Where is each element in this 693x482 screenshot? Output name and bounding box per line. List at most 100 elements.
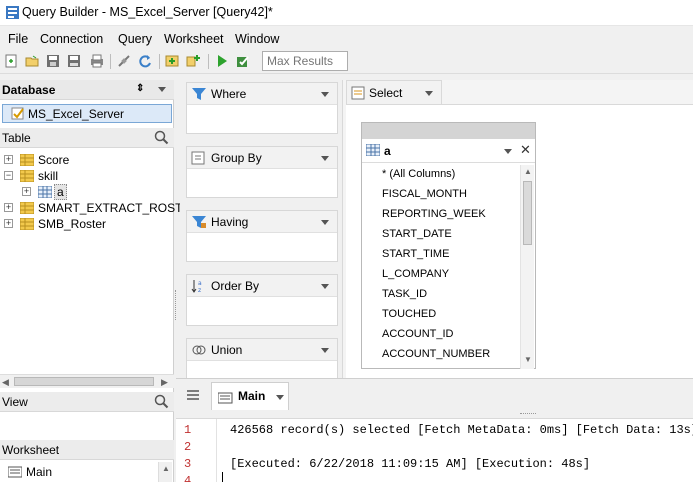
order-by-label: Order By <box>211 279 260 293</box>
title-bar: Query Builder - MS_Excel_Server [Query42… <box>0 0 693 26</box>
table-icon <box>20 170 34 182</box>
table-icon <box>20 202 34 214</box>
tree-item-a[interactable]: + a <box>2 184 172 200</box>
column-item[interactable]: * (All Columns) <box>382 168 455 180</box>
scroll-thumb[interactable] <box>14 377 154 386</box>
add-join-icon[interactable] <box>186 53 202 69</box>
print-icon[interactable] <box>89 53 105 69</box>
disconnect-icon[interactable] <box>116 53 132 69</box>
menu-lines-icon[interactable] <box>186 389 200 401</box>
results-output[interactable]: 1 2 3 4 426568 record(s) selected [Fetch… <box>176 418 693 482</box>
window-title: Query Builder - MS_Excel_Server [Query42… <box>22 5 273 19</box>
scroll-up-icon[interactable]: ▲ <box>162 464 170 473</box>
scroll-down-icon[interactable]: ▼ <box>524 355 532 364</box>
toolbar-separator <box>208 54 209 69</box>
dropdown-arrow-icon[interactable] <box>425 91 433 96</box>
menu-connection[interactable]: Connection <box>40 32 103 46</box>
menu-query[interactable]: Query <box>118 32 152 46</box>
select-panel-header[interactable]: Select <box>346 80 442 104</box>
tree-item-score[interactable]: + Score <box>2 152 172 168</box>
expand-icon[interactable]: + <box>4 219 13 228</box>
dropdown-arrow-icon[interactable] <box>321 284 329 289</box>
table-icon <box>20 154 34 166</box>
order-by-header[interactable]: az Order By <box>187 275 337 297</box>
splitter-handle[interactable] <box>175 290 178 320</box>
tree-item-label: a <box>54 184 67 200</box>
column-item[interactable]: TASK_ID <box>382 288 427 300</box>
tab-main[interactable]: Main <box>211 382 289 410</box>
scroll-thumb[interactable] <box>523 181 532 245</box>
line-number: 1 <box>184 423 192 437</box>
menu-window[interactable]: Window <box>235 32 279 46</box>
menu-bar: File Connection Query Worksheet Window <box>0 30 693 50</box>
union-panel[interactable]: Union <box>186 338 338 382</box>
collapse-icon[interactable]: − <box>4 171 13 180</box>
search-icon[interactable] <box>154 394 169 409</box>
table-title: Table <box>2 131 31 145</box>
search-icon[interactable] <box>154 130 169 145</box>
expand-icon[interactable]: + <box>4 203 13 212</box>
column-item[interactable]: FISCAL_MONTH <box>382 188 467 200</box>
table-box-header: a ✕ <box>362 139 535 163</box>
where-header[interactable]: Where <box>187 83 337 105</box>
expand-icon[interactable]: + <box>4 155 13 164</box>
column-item[interactable]: ACCOUNT_ID <box>382 328 454 340</box>
tree-item-smb-roster[interactable]: + SMB_Roster <box>2 216 172 232</box>
column-item[interactable]: START_DATE <box>382 228 452 240</box>
having-panel[interactable]: Having <box>186 210 338 262</box>
dropdown-arrow-icon[interactable] <box>321 92 329 97</box>
text-cursor <box>222 472 223 482</box>
scroll-right-icon[interactable]: ▶ <box>161 377 168 388</box>
open-icon[interactable] <box>24 53 40 69</box>
tree-item-skill[interactable]: − skill <box>2 168 172 184</box>
clause-column: Where Group By Having az Order By Union <box>180 80 342 382</box>
having-header[interactable]: Having <box>187 211 337 233</box>
scroll-left-icon[interactable]: ◀ <box>2 377 9 388</box>
where-panel[interactable]: Where <box>186 82 338 134</box>
refresh-icon[interactable] <box>137 53 153 69</box>
order-by-panel[interactable]: az Order By <box>186 274 338 326</box>
view-title: View <box>2 395 28 409</box>
new-query-icon[interactable] <box>3 53 19 69</box>
table-box-dropdown-icon[interactable] <box>504 149 512 154</box>
column-item[interactable]: REPORTING_WEEK <box>382 208 486 220</box>
dropdown-arrow-icon[interactable] <box>321 156 329 161</box>
result-line: [Executed: 6/22/2018 11:09:15 AM] [Execu… <box>230 457 591 471</box>
column-list-scrollbar[interactable]: ▲ ▼ <box>520 165 534 369</box>
group-by-panel[interactable]: Group By <box>186 146 338 198</box>
dropdown-arrow-icon[interactable] <box>321 348 329 353</box>
add-table-icon[interactable] <box>164 53 180 69</box>
column-item[interactable]: ACCOUNT_NUMBER <box>382 348 490 360</box>
splitter-handle[interactable] <box>520 413 536 416</box>
table-box-drag-bar[interactable] <box>362 123 535 139</box>
execute-export-icon[interactable] <box>235 53 251 69</box>
column-item[interactable]: TOUCHED <box>382 308 436 320</box>
group-by-header[interactable]: Group By <box>187 147 337 169</box>
expand-icon[interactable]: + <box>22 187 31 196</box>
worksheet-title: Worksheet <box>2 443 60 457</box>
execute-icon[interactable] <box>214 53 230 69</box>
sort-arrows-icon[interactable]: ⇕ <box>136 83 144 94</box>
table-icon <box>20 218 34 230</box>
worksheet-scrollbar[interactable]: ▲ <box>158 462 172 482</box>
max-results-input[interactable] <box>262 51 348 71</box>
menu-worksheet[interactable]: Worksheet <box>164 32 224 46</box>
tab-dropdown-icon[interactable] <box>276 395 284 400</box>
table-horizontal-scrollbar[interactable]: ◀ ▶ <box>0 374 174 388</box>
scroll-up-icon[interactable]: ▲ <box>524 167 532 176</box>
tree-item-smart-extract-roster[interactable]: + SMART_EXTRACT_ROSTER <box>2 200 199 216</box>
table-box-a[interactable]: a ✕ * (All Columns) FISCAL_MONTH REPORTI… <box>361 122 536 369</box>
dropdown-arrow-icon[interactable] <box>321 220 329 225</box>
line-number: 4 <box>184 474 192 482</box>
close-icon[interactable]: ✕ <box>520 142 531 158</box>
worksheet-item-main[interactable]: Main <box>4 464 174 480</box>
save-as-icon[interactable] <box>66 53 82 69</box>
worksheet-header: Worksheet <box>0 440 174 460</box>
selected-database[interactable]: MS_Excel_Server <box>2 104 172 123</box>
column-item[interactable]: L_COMPANY <box>382 268 449 280</box>
menu-file[interactable]: File <box>8 32 28 46</box>
database-dropdown-icon[interactable] <box>158 87 166 92</box>
union-header[interactable]: Union <box>187 339 337 361</box>
save-icon[interactable] <box>45 53 61 69</box>
column-item[interactable]: START_TIME <box>382 248 449 260</box>
